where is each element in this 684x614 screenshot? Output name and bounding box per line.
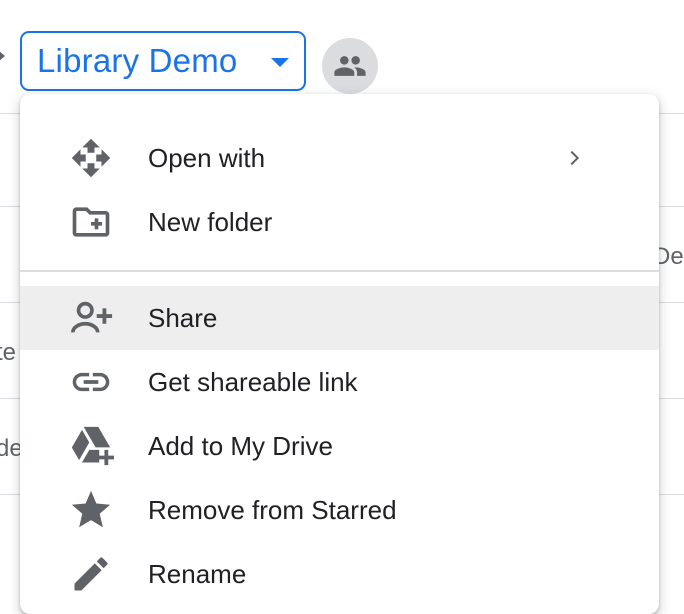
add-to-drive-icon xyxy=(68,424,114,468)
menu-item-remove-from-starred[interactable]: Remove from Starred xyxy=(20,478,659,542)
caret-down-icon xyxy=(271,58,289,67)
shared-folder-badge[interactable] xyxy=(322,38,378,94)
menu-item-label: Share xyxy=(148,303,218,333)
menu-item-add-to-my-drive[interactable]: Add to My Drive xyxy=(20,414,659,478)
menu-item-label: Rename xyxy=(148,559,247,589)
menu-item-label: Add to My Drive xyxy=(148,431,333,461)
chevron-right-icon xyxy=(562,146,586,170)
menu-item-open-with[interactable]: Open with xyxy=(20,126,659,190)
people-icon xyxy=(334,56,366,76)
folder-context-menu: Open with New folder Share Get shareable… xyxy=(20,94,659,614)
menu-item-share[interactable]: Share xyxy=(20,286,659,350)
link-icon xyxy=(68,360,114,404)
pencil-icon xyxy=(68,552,114,596)
menu-item-label: Open with xyxy=(148,143,266,173)
menu-divider xyxy=(20,270,659,272)
current-folder-dropdown-button[interactable]: Library Demo xyxy=(20,31,306,91)
menu-item-label: Remove from Starred xyxy=(148,495,397,525)
menu-item-new-folder[interactable]: New folder xyxy=(20,190,659,254)
new-folder-icon xyxy=(68,200,114,244)
current-folder-name: Library Demo xyxy=(37,42,238,79)
menu-item-label: Get shareable link xyxy=(148,367,358,397)
breadcrumb-separator-icon xyxy=(0,50,5,62)
menu-item-rename[interactable]: Rename xyxy=(20,542,659,606)
add-person-icon xyxy=(68,296,114,340)
list-item-fragment: te xyxy=(0,339,17,366)
move-arrows-icon xyxy=(68,136,114,180)
menu-item-get-shareable-link[interactable]: Get shareable link xyxy=(20,350,659,414)
menu-item-label: New folder xyxy=(148,207,273,237)
star-icon xyxy=(68,488,114,532)
